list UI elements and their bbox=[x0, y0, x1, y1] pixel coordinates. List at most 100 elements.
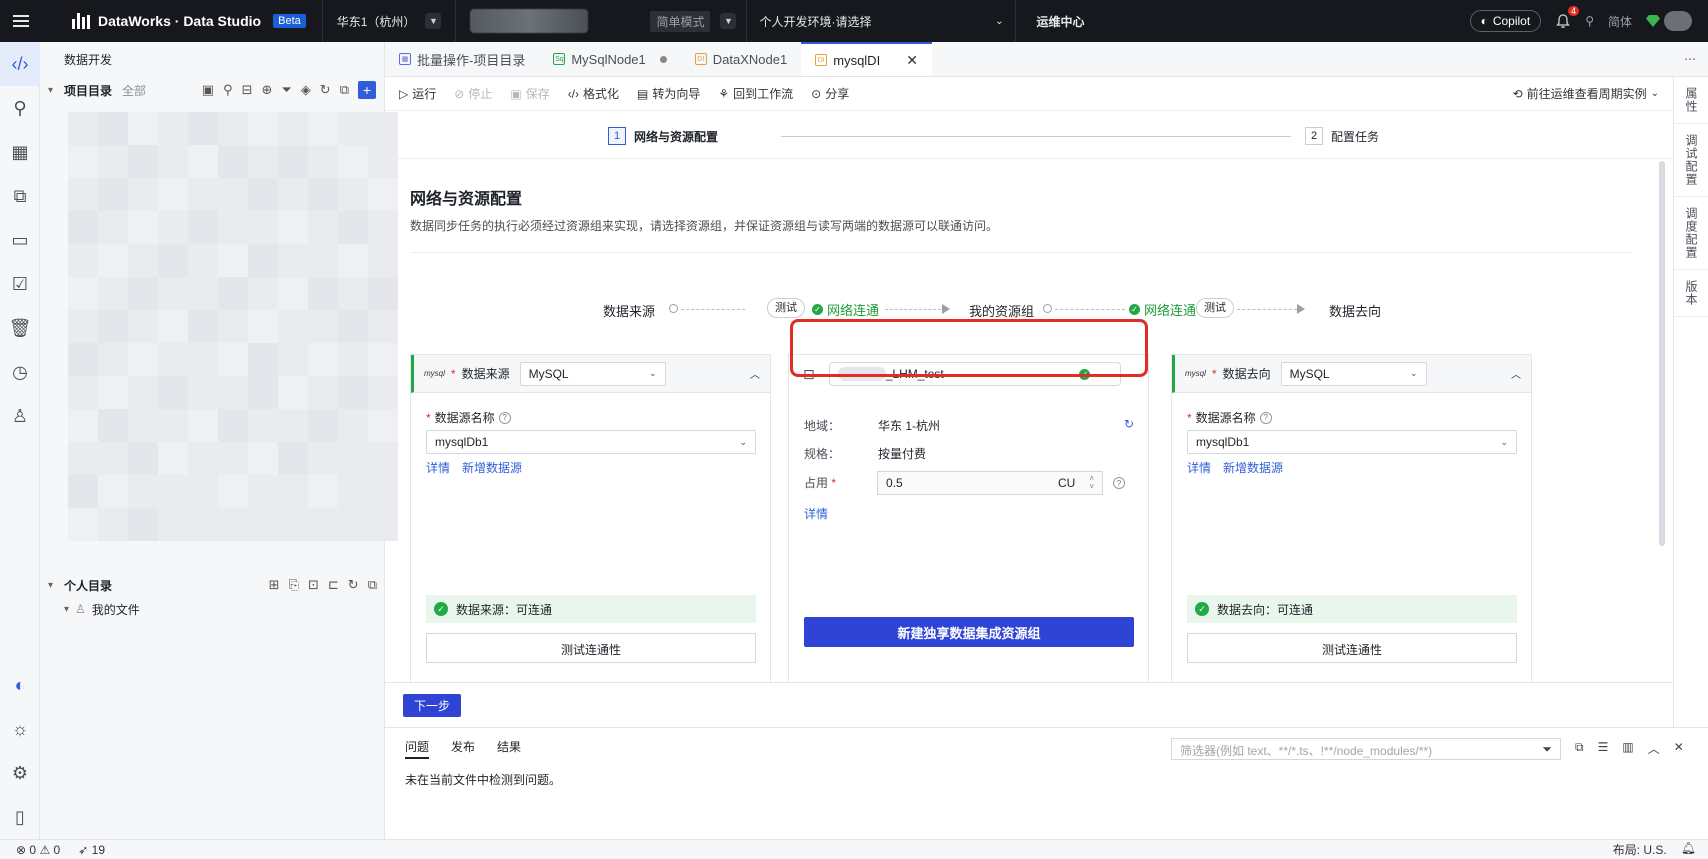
chevron-down-icon[interactable]: ▾ bbox=[48, 580, 64, 591]
source-test-connectivity-button[interactable]: 测试连通性 bbox=[426, 633, 756, 663]
problems-status[interactable]: ⊗ 0 ⚠ 0 bbox=[16, 843, 60, 857]
bell-icon[interactable]: 🔔︎ bbox=[1681, 841, 1696, 858]
tab-properties[interactable]: 属性 bbox=[1674, 77, 1708, 124]
batch-icon[interactable]: ▣ bbox=[202, 82, 214, 98]
refresh-icon[interactable]: ↻ bbox=[348, 577, 359, 593]
table-icon[interactable]: ▦ bbox=[0, 130, 40, 174]
target-test-button[interactable]: 测试 bbox=[1196, 298, 1234, 318]
workspace-selector[interactable]: 简单模式 ▼ bbox=[456, 9, 746, 33]
project-filter[interactable]: 全部 bbox=[122, 82, 146, 99]
tab-versions[interactable]: 版本 bbox=[1674, 270, 1708, 317]
maximize-icon[interactable]: ︿ bbox=[1648, 740, 1660, 757]
save-button[interactable]: ▣ 保存 bbox=[510, 85, 549, 102]
stepper-icon[interactable]: ˄ ˅ bbox=[1089, 475, 1094, 491]
tab-results[interactable]: 结果 bbox=[497, 738, 521, 759]
target-ds-select[interactable]: mysqlDb1 ⌄ bbox=[1187, 430, 1517, 454]
source-type-select[interactable]: MySQL ⌄ bbox=[519, 361, 666, 386]
refresh-icon[interactable]: ↻ bbox=[1124, 417, 1134, 434]
task-check-icon[interactable]: ☑ bbox=[0, 262, 40, 306]
next-button[interactable]: 下一步 bbox=[403, 694, 461, 717]
target-detail-link[interactable]: 详情 bbox=[1187, 459, 1211, 476]
magnifier-icon[interactable]: ⚲ bbox=[0, 86, 40, 130]
run-button[interactable]: ▷ 运行 bbox=[399, 85, 436, 102]
personal-dir-header[interactable]: ▾ 个人目录 ⊞ ⎘ ⊡ ⊏ ↻ ⧉ bbox=[40, 573, 385, 597]
avatar[interactable] bbox=[1646, 11, 1692, 31]
help-icon[interactable]: ? bbox=[1113, 477, 1125, 489]
sidebar-toggle-icon[interactable]: ▯ bbox=[0, 795, 40, 839]
locate-file-icon[interactable]: ⊟ bbox=[242, 82, 253, 98]
chevron-down-icon[interactable]: ▾ bbox=[48, 85, 64, 96]
copilot-icon[interactable]: ◐ bbox=[0, 663, 40, 707]
tag-icon[interactable]: ◈ bbox=[301, 82, 311, 98]
filter-icon[interactable]: ⏷ bbox=[1542, 742, 1552, 756]
region-selector[interactable]: 华东1（杭州） ▼ bbox=[323, 13, 456, 30]
problems-filter-input[interactable]: 筛选器(例如 text、**/*.ts、!**/node_modules/**)… bbox=[1171, 738, 1561, 760]
stop-button[interactable]: ⊘ 停止 bbox=[454, 85, 492, 102]
resource-detail-link[interactable]: 详情 bbox=[804, 505, 828, 522]
to-wizard-button[interactable]: ▤ 转为向导 bbox=[637, 85, 700, 102]
source-test-button[interactable]: 测试 bbox=[767, 298, 805, 318]
tab-problems[interactable]: 问题 bbox=[405, 738, 430, 759]
target-icon[interactable]: ⊕ bbox=[261, 82, 272, 98]
share-button[interactable]: ⊙ 分享 bbox=[811, 85, 849, 102]
ops-center-link[interactable]: 运维中心 bbox=[1016, 13, 1104, 30]
puzzle-icon[interactable]: ⧉ bbox=[0, 174, 40, 218]
env-selector[interactable]: 个人开发环境·请选择 ⌄ bbox=[747, 13, 1015, 30]
add-icon[interactable]: + bbox=[358, 81, 376, 99]
tab-publish[interactable]: 发布 bbox=[451, 738, 475, 759]
chevron-down-icon[interactable]: ▼ bbox=[425, 13, 442, 29]
collapse-icon[interactable]: ⧉ bbox=[340, 82, 349, 98]
clock-icon[interactable]: ◷ bbox=[0, 350, 40, 394]
close-icon[interactable]: ✕ bbox=[906, 52, 918, 69]
target-test-connectivity-button[interactable]: 测试连通性 bbox=[1187, 633, 1517, 663]
copy-icon[interactable]: ⧉ bbox=[1575, 740, 1584, 757]
tab-dataxnode1[interactable]: DI DataXNode1 bbox=[681, 42, 801, 76]
refresh-icon[interactable]: ↻ bbox=[320, 82, 331, 98]
tab-mysqldi[interactable]: DI mysqlDI ✕ bbox=[801, 42, 932, 76]
new-folder-icon[interactable]: ⊞ bbox=[269, 577, 280, 593]
usage-input[interactable]: 0.5 CU ˄ ˅ bbox=[877, 471, 1103, 495]
list-icon[interactable]: ☰ bbox=[1598, 740, 1609, 757]
send-status[interactable]: ➶ 19 bbox=[78, 843, 105, 857]
code-icon[interactable]: ‹/› bbox=[0, 42, 40, 86]
gear-icon[interactable]: ⚙ bbox=[0, 751, 40, 795]
project-dir-header[interactable]: ▾ 项目目录 全部 ▣ ⚲ ⊟ ⊕ ⏷ ◈ ↻ ⧉ + bbox=[40, 78, 384, 102]
search-icon[interactable]: ⚲ bbox=[223, 82, 233, 98]
my-files-item[interactable]: ▾ ♙ 我的文件 bbox=[40, 597, 385, 621]
collapse-icon[interactable]: ︿ bbox=[1511, 366, 1521, 381]
more-icon[interactable]: ⋯ bbox=[1672, 42, 1708, 76]
layout-icon[interactable]: ▥ bbox=[1622, 740, 1633, 757]
copilot-button[interactable]: ◐ Copilot bbox=[1469, 10, 1542, 32]
new-file-icon[interactable]: ⊡ bbox=[308, 577, 319, 593]
format-button[interactable]: ‹/› 格式化 bbox=[568, 85, 619, 102]
folder-icon[interactable]: ▭ bbox=[0, 218, 40, 262]
trash-icon[interactable]: 🗑 bbox=[0, 306, 40, 350]
menu-icon[interactable] bbox=[0, 0, 42, 42]
user-icon[interactable]: ♙ bbox=[0, 394, 40, 438]
help-icon[interactable]: ? bbox=[1259, 411, 1272, 424]
vertical-scrollbar[interactable] bbox=[1659, 161, 1665, 546]
source-ds-select[interactable]: mysqlDb1 ⌄ bbox=[426, 430, 756, 454]
step-config-task[interactable]: 2 配置任务 bbox=[1305, 127, 1379, 145]
brand[interactable]: DataWorks · Data Studio Beta bbox=[42, 13, 322, 29]
source-add-ds-link[interactable]: 新增数据源 bbox=[462, 459, 522, 476]
upload-icon[interactable]: ⎘ bbox=[289, 577, 299, 593]
help-icon[interactable]: ? bbox=[498, 411, 511, 424]
chevron-down-icon[interactable]: ▾ bbox=[64, 604, 69, 615]
source-detail-link[interactable]: 详情 bbox=[426, 459, 450, 476]
collapse-icon[interactable]: ⧉ bbox=[368, 577, 377, 593]
back-workflow-button[interactable]: ⚘ 回到工作流 bbox=[718, 85, 793, 102]
step-network[interactable]: 1 网络与资源配置 bbox=[608, 127, 718, 145]
theme-icon[interactable]: ☼ bbox=[0, 707, 40, 751]
search-user-icon[interactable]: ⚲ bbox=[1585, 14, 1594, 28]
language-switch[interactable]: 简体 bbox=[1608, 13, 1632, 30]
notification-button[interactable]: 4 bbox=[1555, 6, 1580, 29]
filter-icon[interactable]: ⏷ bbox=[281, 82, 291, 98]
tab-schedule-config[interactable]: 调度配置 bbox=[1674, 197, 1708, 270]
create-resource-group-button[interactable]: 新建独享数据集成资源组 bbox=[804, 617, 1134, 647]
keyboard-layout[interactable]: 布局: U.S. bbox=[1613, 841, 1667, 858]
goto-ops-button[interactable]: ⟲ 前往运维查看周期实例 ⌄ bbox=[1513, 85, 1673, 102]
collapse-icon[interactable]: ︿ bbox=[750, 366, 760, 381]
target-add-ds-link[interactable]: 新增数据源 bbox=[1223, 459, 1283, 476]
chevron-down-icon[interactable]: ▼ bbox=[720, 13, 737, 29]
